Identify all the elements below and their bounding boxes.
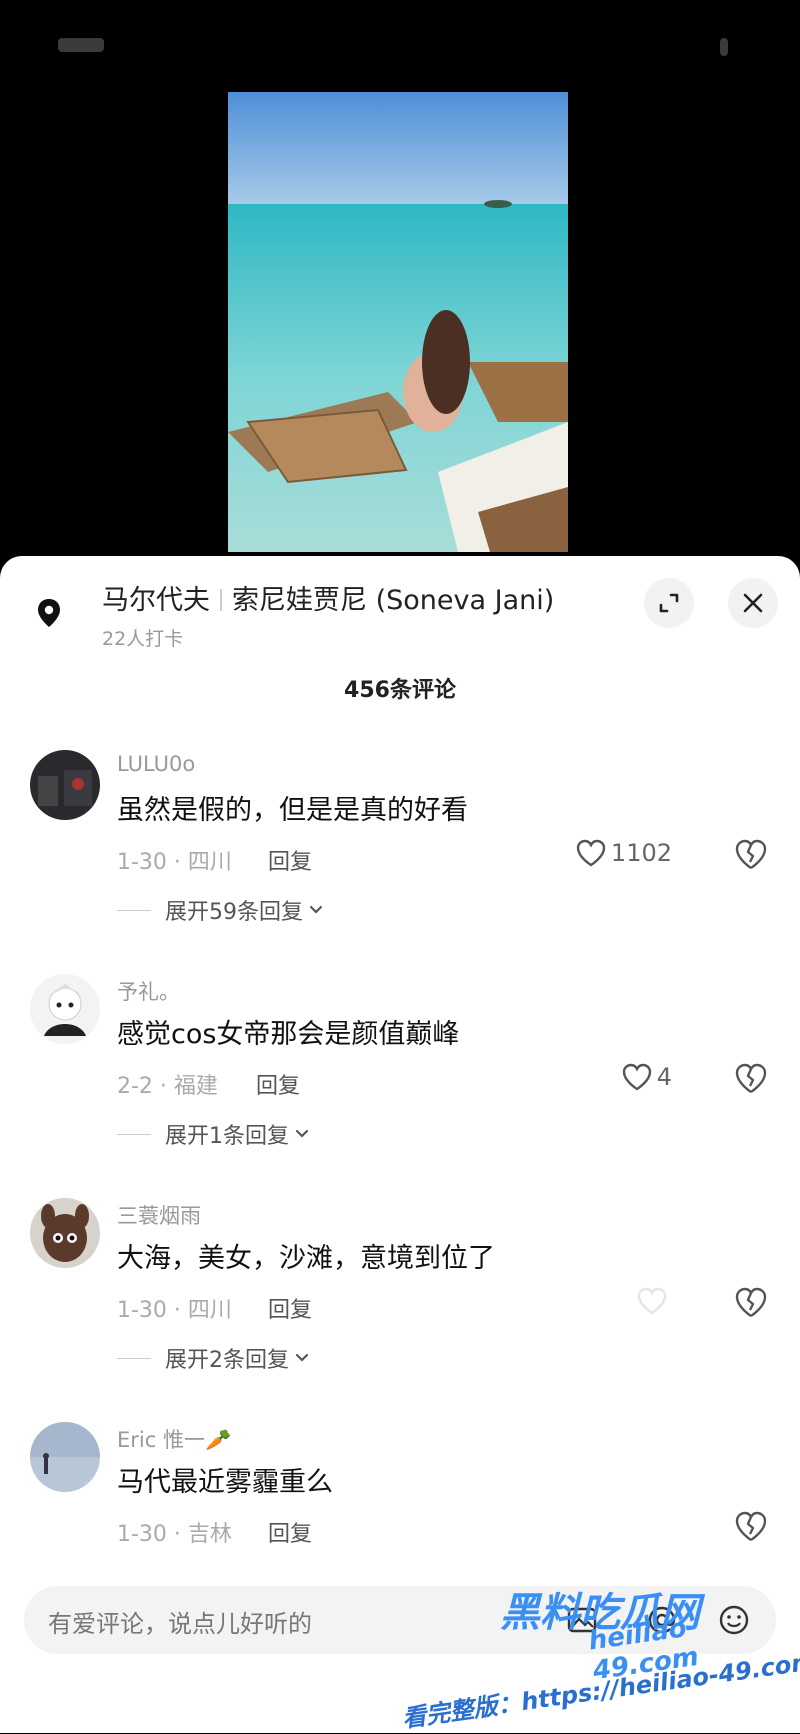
location-divider xyxy=(220,589,222,611)
comment-username[interactable]: 予礼。 xyxy=(117,976,180,1006)
expand-replies[interactable]: 展开1条回复 xyxy=(117,1118,311,1150)
comment-meta: 2-2 · 福建 xyxy=(117,1074,218,1099)
comment-meta: 1-30 · 四川 xyxy=(117,850,232,875)
reply-button[interactable]: 回复 xyxy=(268,844,312,876)
avatar[interactable] xyxy=(30,974,100,1044)
expand-button[interactable] xyxy=(644,578,694,628)
comment-meta: 1-30 · 吉林 xyxy=(117,1522,232,1547)
watermark: 黑料吃瓜网 heiliao-49.com 看完整版：https://heilia… xyxy=(390,1574,800,1733)
avatar[interactable] xyxy=(30,1422,100,1492)
dislike-button[interactable] xyxy=(734,1286,768,1320)
comments-sheet: 马尔代夫 索尼娃贾尼 (Soneva Jani) 22人打卡 456条评论 LUL… xyxy=(0,556,800,1733)
avatar[interactable] xyxy=(30,1198,100,1268)
location-place: 索尼娃贾尼 (Soneva Jani) xyxy=(232,585,555,616)
like-count: 1102 xyxy=(610,839,672,867)
broken-heart-icon xyxy=(735,1511,767,1542)
expand-line xyxy=(117,1357,151,1359)
chevron-down-icon xyxy=(309,905,323,914)
location-region: 马尔代夫 xyxy=(102,585,210,616)
status-time-blur xyxy=(58,38,104,52)
comment-item: 予礼。 感觉cos女帝那会是颜值巅峰 2-2 · 福建 回复 4 展开1条回复 xyxy=(0,974,800,1194)
avatar[interactable] xyxy=(30,750,100,820)
comment-text: 虽然是假的，但是是真的好看 xyxy=(117,795,468,826)
watermark-bottom-label: 看完整版： xyxy=(400,1688,524,1733)
dislike-button[interactable] xyxy=(734,838,768,872)
location-pin-icon xyxy=(30,594,68,632)
video-preview[interactable] xyxy=(228,92,568,552)
expand-replies[interactable]: 展开2条回复 xyxy=(117,1342,311,1374)
comment-count: 456条评论 xyxy=(344,678,456,703)
dislike-button[interactable] xyxy=(734,1062,768,1096)
reply-button[interactable]: 回复 xyxy=(268,1516,312,1548)
comment-username[interactable]: 三蓑烟雨 xyxy=(117,1200,201,1230)
expand-replies[interactable]: 展开59条回复 xyxy=(117,894,325,926)
expand-replies-label: 展开2条回复 xyxy=(165,1348,289,1373)
checkin-count: 22人打卡 xyxy=(102,628,184,650)
broken-heart-icon xyxy=(735,839,767,870)
like-button[interactable]: 4 xyxy=(621,1062,672,1092)
heart-outline-icon xyxy=(622,1063,651,1091)
comment-item: LULU0o 虽然是假的，但是是真的好看 1-30 · 四川 回复 1102 展… xyxy=(0,750,800,970)
comment-username[interactable]: LULU0o xyxy=(117,752,195,776)
like-button[interactable]: 1102 xyxy=(575,838,672,868)
comment-text: 感觉cos女帝那会是颜值巅峰 xyxy=(117,1019,460,1050)
location-title[interactable]: 马尔代夫 索尼娃贾尼 (Soneva Jani) xyxy=(102,578,554,617)
heart-outline-icon xyxy=(576,839,606,867)
expand-replies-label: 展开59条回复 xyxy=(165,900,303,925)
chevron-down-icon xyxy=(295,1353,309,1362)
reply-button[interactable]: 回复 xyxy=(268,1292,312,1324)
like-button[interactable] xyxy=(636,1286,672,1316)
broken-heart-icon xyxy=(735,1063,767,1094)
chevron-down-icon xyxy=(295,1129,309,1138)
comment-meta: 1-30 · 四川 xyxy=(117,1298,232,1323)
reply-button[interactable]: 回复 xyxy=(256,1068,300,1100)
heart-outline-icon xyxy=(637,1287,667,1315)
video-frame xyxy=(228,92,568,552)
close-button[interactable] xyxy=(728,578,778,628)
status-bar xyxy=(0,0,800,90)
expand-line xyxy=(117,909,151,911)
expand-line xyxy=(117,1133,151,1135)
comment-text: 马代最近雾霾重么 xyxy=(117,1467,333,1498)
like-count: 4 xyxy=(656,1063,672,1091)
comment-username[interactable]: Eric 惟一🥕 xyxy=(117,1424,231,1454)
comment-input-placeholder: 有爱评论，说点儿好听的 xyxy=(48,1610,312,1638)
expand-replies-label: 展开1条回复 xyxy=(165,1124,289,1149)
comment-text: 大海，美女，沙滩，意境到位了 xyxy=(117,1243,495,1274)
status-battery-blur xyxy=(720,38,728,56)
broken-heart-icon xyxy=(735,1287,767,1318)
comment-item: 三蓑烟雨 大海，美女，沙滩，意境到位了 1-30 · 四川 回复 展开2条回复 xyxy=(0,1198,800,1418)
dislike-button[interactable] xyxy=(734,1510,768,1544)
expand-icon xyxy=(659,593,679,613)
close-icon xyxy=(743,593,763,613)
